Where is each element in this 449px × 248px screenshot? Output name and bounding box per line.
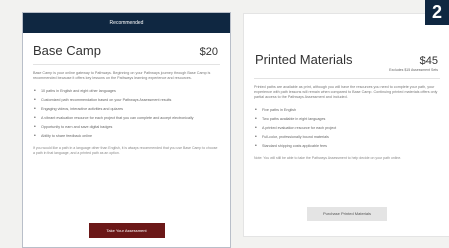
feature-item: • Two paths available in eight languages <box>255 116 326 122</box>
base-camp-card: Recommended Base Camp $20 Base Camp is y… <box>22 12 231 248</box>
recommended-banner: Recommended <box>23 13 230 33</box>
feature-item: • Five paths in English <box>255 107 297 113</box>
base-camp-footnote: If you would like a path in a language o… <box>33 146 218 155</box>
printed-materials-card: Printed Materials $45 Excludes $15 Asses… <box>243 13 449 237</box>
bullet-icon: • <box>255 134 257 140</box>
feature-item: • Customized path recommendation based on… <box>34 97 172 103</box>
base-camp-price: $20 <box>199 46 218 58</box>
bullet-icon: • <box>255 143 257 149</box>
base-camp-title: Base Camp <box>33 43 101 58</box>
base-camp-description: Base Camp is your online gateway to Path… <box>33 71 211 80</box>
printed-materials-price: $45 <box>419 55 438 67</box>
printed-materials-description: Printed paths are available as print, al… <box>254 85 438 99</box>
feature-item: • Full-color, professionally bound materi… <box>255 134 329 140</box>
bullet-icon: • <box>34 115 36 121</box>
bullet-icon: • <box>34 124 36 130</box>
step-number-badge: 2 <box>425 0 449 25</box>
bullet-icon: • <box>34 88 36 94</box>
printed-materials-footnote: Note: You will still be able to take the… <box>254 156 402 160</box>
printed-materials-feature-list: • Five paths in English • Two paths availa… <box>244 100 449 149</box>
bullet-icon: • <box>34 133 36 139</box>
bullet-icon: • <box>34 106 36 112</box>
bullet-icon: • <box>255 125 257 131</box>
feature-item: • 10 paths in English and eight other lan… <box>34 88 116 94</box>
feature-item: • Standard shipping costs applicable fees <box>255 143 327 149</box>
purchase-printed-materials-button[interactable]: Purchase Printed Materials <box>307 207 387 221</box>
take-assessment-button[interactable]: Take Your Assessment <box>88 223 165 238</box>
base-camp-header: Base Camp $20 <box>23 33 230 58</box>
feature-item: • Engaging videos, interactive activities… <box>34 106 123 112</box>
printed-materials-price-block: $45 Excludes $15 Assessment Sets <box>389 55 438 72</box>
bullet-icon: • <box>255 107 257 113</box>
feature-item: • Ability to share feedback online <box>34 133 93 139</box>
feature-item: • A vibrant evaluation resource for each … <box>34 115 194 121</box>
price-note: Excludes $15 Assessment Sets <box>389 68 438 72</box>
feature-item: • A printed evaluation resource for each … <box>255 125 337 131</box>
printed-materials-title: Printed Materials <box>255 52 353 67</box>
bullet-icon: • <box>34 97 36 103</box>
base-camp-feature-list: • 10 paths in English and eight other lan… <box>23 81 230 139</box>
bullet-icon: • <box>255 116 257 122</box>
printed-materials-header: Printed Materials $45 Excludes $15 Asses… <box>244 14 449 72</box>
feature-item: • Opportunity to earn and save digital ba… <box>34 124 113 130</box>
